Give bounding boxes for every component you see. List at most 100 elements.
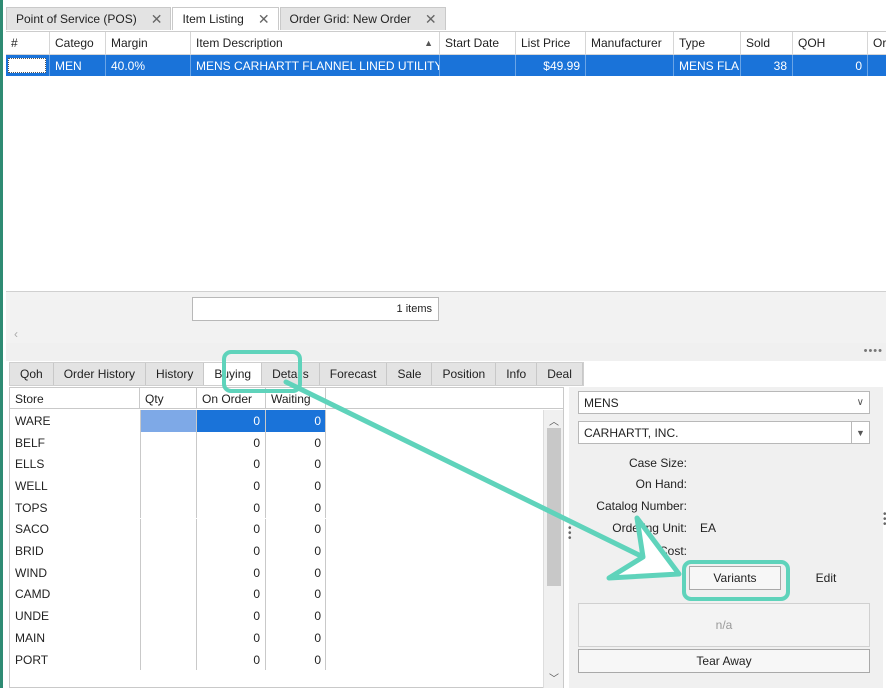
on-order-cell[interactable]: 0: [197, 410, 266, 432]
chevron-up-icon[interactable]: ︿: [549, 413, 559, 428]
on-order-cell[interactable]: 0: [197, 583, 266, 606]
cell-start-date[interactable]: [440, 55, 516, 76]
chevron-left-icon[interactable]: ‹: [14, 327, 18, 341]
cell-qoh[interactable]: 0: [793, 55, 868, 76]
vendor-select[interactable]: CARHARTT, INC. ▼: [578, 421, 870, 444]
column-header-margin[interactable]: Margin: [106, 32, 191, 54]
qty-cell[interactable]: [140, 410, 197, 432]
tab-order-grid[interactable]: Order Grid: New Order ✕: [279, 7, 446, 30]
grip-dots-icon[interactable]: ••••: [864, 345, 883, 357]
table-row[interactable]: MEN 40.0% MENS CARHARTT FLANNEL LINED UT…: [6, 55, 886, 76]
cell-description[interactable]: MENS CARHARTT FLANNEL LINED UTILITY: [191, 55, 440, 76]
column-header-sold[interactable]: Sold: [741, 32, 793, 54]
store-name[interactable]: ELLS: [15, 453, 44, 475]
qty-cell[interactable]: [140, 496, 197, 519]
panel-splitter[interactable]: ••••: [6, 343, 886, 361]
cell-sold[interactable]: 38: [741, 55, 793, 76]
table-row[interactable]: SACO 0 0: [10, 518, 543, 541]
on-order-cell[interactable]: 0: [197, 627, 266, 649]
edit-button[interactable]: Edit: [782, 566, 870, 590]
column-header-item-description[interactable]: Item Description ▲: [191, 32, 440, 54]
table-row[interactable]: WIND 0 0: [10, 561, 543, 584]
waiting-cell[interactable]: 0: [266, 410, 326, 432]
store-name[interactable]: MAIN: [15, 627, 45, 649]
category-select[interactable]: MENS ∨: [578, 391, 870, 414]
store-name[interactable]: WELL: [15, 475, 48, 497]
tab-position[interactable]: Position: [432, 363, 497, 385]
store-name[interactable]: UNDE: [15, 605, 49, 627]
close-icon[interactable]: ✕: [258, 12, 270, 26]
variants-button[interactable]: Variants: [689, 566, 781, 590]
column-header-qty[interactable]: Qty: [140, 388, 197, 409]
column-header-start-date[interactable]: Start Date: [440, 32, 516, 54]
table-row[interactable]: PORT 0 0: [10, 648, 543, 671]
column-header-store[interactable]: Store: [10, 388, 140, 409]
on-order-cell[interactable]: 0: [197, 496, 266, 519]
column-header-waiting[interactable]: Waiting: [266, 388, 326, 409]
store-name[interactable]: BRID: [15, 540, 44, 562]
tab-details[interactable]: Details: [262, 363, 320, 385]
close-icon[interactable]: ✕: [151, 12, 163, 26]
on-order-cell[interactable]: 0: [197, 518, 266, 541]
qty-cell[interactable]: [140, 453, 197, 476]
scrollbar-thumb[interactable]: [547, 428, 561, 586]
waiting-cell[interactable]: 0: [266, 540, 326, 562]
column-header-qoh[interactable]: QOH: [793, 32, 868, 54]
tab-item-listing[interactable]: Item Listing ✕: [172, 7, 279, 30]
tab-deal[interactable]: Deal: [537, 363, 583, 385]
qty-cell[interactable]: [140, 648, 197, 671]
cell-category[interactable]: MEN: [50, 55, 106, 76]
on-order-cell[interactable]: 0: [197, 453, 266, 476]
store-name[interactable]: PORT: [15, 649, 48, 671]
splitter-grip-icon[interactable]: •••: [568, 524, 572, 544]
qty-cell[interactable]: [140, 540, 197, 562]
table-row[interactable]: ELLS 0 0: [10, 453, 543, 476]
waiting-cell[interactable]: 0: [266, 561, 326, 584]
table-row[interactable]: WARE 0 0: [10, 410, 543, 432]
cell-manufacturer[interactable]: [586, 55, 674, 76]
table-row[interactable]: BRID 0 0: [10, 540, 543, 562]
on-order-cell[interactable]: 0: [197, 561, 266, 584]
column-header-list-price[interactable]: List Price: [516, 32, 586, 54]
qty-cell[interactable]: [140, 583, 197, 606]
chevron-down-icon[interactable]: ﹀: [549, 670, 559, 685]
table-row[interactable]: BELF 0 0: [10, 431, 543, 454]
waiting-cell[interactable]: 0: [266, 431, 326, 454]
waiting-cell[interactable]: 0: [266, 648, 326, 671]
table-row[interactable]: UNDE 0 0: [10, 605, 543, 627]
cell-margin[interactable]: 40.0%: [106, 55, 191, 76]
tab-qoh[interactable]: Qoh: [10, 363, 54, 385]
tab-order-history[interactable]: Order History: [54, 363, 147, 385]
table-row[interactable]: CAMD 0 0: [10, 583, 543, 606]
waiting-cell[interactable]: 0: [266, 583, 326, 606]
waiting-cell[interactable]: 0: [266, 605, 326, 627]
waiting-cell[interactable]: 0: [266, 627, 326, 649]
tab-point-of-service[interactable]: Point of Service (POS) ✕: [6, 7, 172, 30]
waiting-cell[interactable]: 0: [266, 453, 326, 476]
horizontal-scrollbar[interactable]: ‹: [6, 325, 886, 343]
tab-history[interactable]: History: [146, 363, 205, 385]
store-name[interactable]: CAMD: [15, 584, 50, 606]
cell-type[interactable]: MENS FLA: [674, 55, 741, 76]
column-header-number[interactable]: #: [6, 32, 50, 54]
dropdown-arrow-icon[interactable]: ▼: [851, 422, 869, 443]
tab-sale[interactable]: Sale: [387, 363, 433, 385]
cell-list-price[interactable]: $49.99: [516, 55, 586, 76]
tab-forecast[interactable]: Forecast: [320, 363, 388, 385]
qty-cell[interactable]: [140, 605, 197, 627]
close-icon[interactable]: ✕: [425, 12, 437, 26]
qty-cell[interactable]: [140, 518, 197, 541]
on-order-cell[interactable]: 0: [197, 605, 266, 627]
tab-buying[interactable]: Buying: [204, 363, 263, 385]
table-row[interactable]: MAIN 0 0: [10, 627, 543, 649]
column-header-type[interactable]: Type: [674, 32, 741, 54]
tear-away-button[interactable]: Tear Away: [578, 649, 870, 673]
column-header-category[interactable]: Catego: [50, 32, 106, 54]
column-header-manufacturer[interactable]: Manufacturer: [586, 32, 674, 54]
qty-cell[interactable]: [140, 475, 197, 497]
waiting-cell[interactable]: 0: [266, 518, 326, 541]
qty-cell[interactable]: [140, 431, 197, 454]
on-order-cell[interactable]: 0: [197, 475, 266, 497]
qty-cell[interactable]: [140, 627, 197, 649]
on-order-cell[interactable]: 0: [197, 648, 266, 671]
